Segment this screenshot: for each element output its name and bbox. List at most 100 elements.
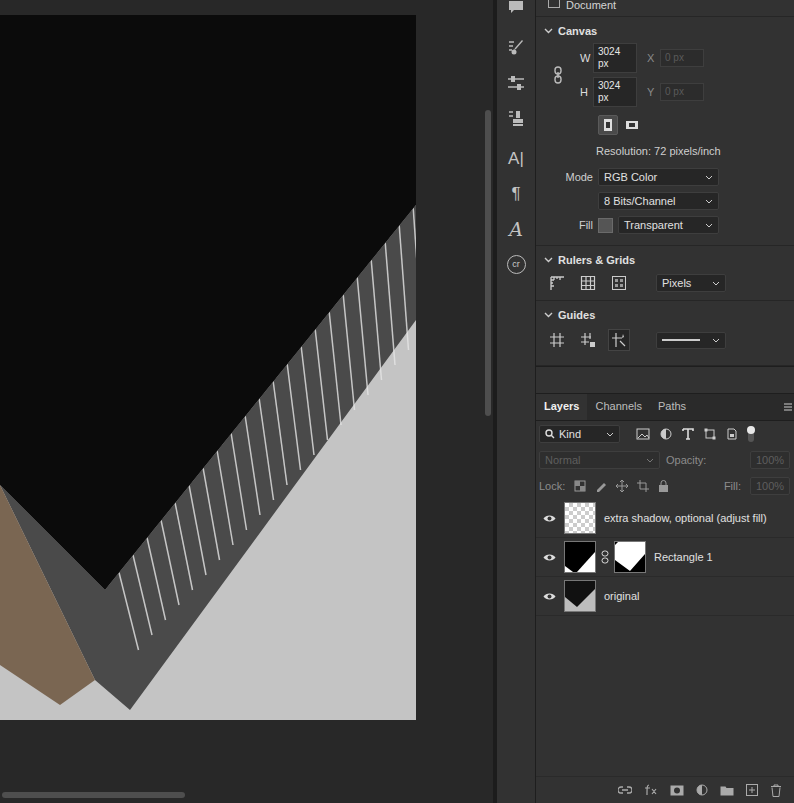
visibility-toggle[interactable]: [542, 592, 556, 601]
pixel-grid-icon[interactable]: [611, 275, 627, 291]
lock-position-icon[interactable]: [616, 480, 628, 492]
panel-tab[interactable]: Layers: [536, 394, 587, 420]
layer-list: extra shadow, optional (adjust fill)Rect…: [536, 499, 794, 776]
scroll-thumb[interactable]: [2, 792, 185, 798]
mask-link-icon[interactable]: [601, 550, 609, 564]
filter-row: Kind: [536, 421, 794, 447]
type-filter-icon[interactable]: [682, 428, 694, 440]
filter-toggle[interactable]: [748, 426, 754, 442]
size-field[interactable]: H3024 px: [580, 77, 637, 107]
visibility-toggle[interactable]: [542, 553, 556, 562]
new-layer-icon[interactable]: [746, 784, 758, 796]
filter-dropdown[interactable]: Kind: [539, 425, 620, 443]
bit-depth-dropdown[interactable]: 8 Bits/Channel: [598, 192, 719, 210]
size-field[interactable]: Y0 px: [647, 77, 704, 107]
badge-icon[interactable]: cr: [502, 251, 530, 277]
landscape-icon: [625, 119, 639, 131]
blend-mode-dropdown[interactable]: Normal: [539, 451, 660, 469]
link-layers-icon[interactable]: [618, 785, 632, 795]
opacity-field[interactable]: 100%: [750, 451, 790, 469]
guide-style-dropdown[interactable]: [656, 332, 726, 349]
fill-dropdown[interactable]: Transparent: [618, 216, 719, 234]
lock-artboard-icon[interactable]: [637, 480, 649, 492]
adjustment-filter-icon[interactable]: [660, 428, 672, 440]
chevron-icon[interactable]: [544, 28, 553, 34]
right-panel: Document CanvasW3024 px X0 px H3024 px Y0 px…: [536, 0, 794, 803]
adjustment-layer-icon[interactable]: [696, 784, 708, 796]
properties-panel: Document CanvasW3024 px X0 px H3024 px Y0 px…: [536, 0, 794, 367]
glyph-icon[interactable]: A|: [502, 146, 530, 172]
eye-icon: [543, 553, 556, 562]
comment-icon[interactable]: [502, 0, 530, 14]
panel-tab[interactable]: Channels: [587, 394, 649, 420]
section-header[interactable]: Canvas: [536, 17, 794, 43]
add-mask-icon[interactable]: [670, 785, 684, 796]
ruler-icon[interactable]: [549, 275, 565, 291]
fill-swatch[interactable]: [598, 218, 613, 233]
shape-filter-icon[interactable]: [704, 428, 716, 440]
dropdown-icon: [712, 281, 720, 286]
brushes-icon[interactable]: [502, 35, 530, 61]
dropdown-icon: [646, 458, 654, 463]
blend-row: NormalOpacity:100%: [536, 447, 794, 473]
lock-transparent-icon[interactable]: [574, 480, 586, 492]
units-dropdown[interactable]: Pixels: [656, 274, 726, 292]
portrait-button[interactable]: [598, 115, 618, 135]
grid-icon[interactable]: [580, 275, 596, 291]
trash-icon[interactable]: [770, 784, 782, 797]
fill-row: FillTransparent: [536, 213, 794, 237]
guides-icon[interactable]: [549, 332, 565, 348]
lock-guides-icon[interactable]: [580, 332, 596, 348]
vertical-scrollbar[interactable]: [483, 0, 493, 803]
dropdown-icon: [705, 175, 713, 180]
document-label: Document: [566, 0, 616, 10]
scroll-thumb[interactable]: [485, 110, 491, 416]
canvas-area: [0, 0, 483, 803]
layers-panel: LayersChannelsPaths Kind NormalOpacity:100…: [536, 393, 794, 803]
new-group-icon[interactable]: [720, 785, 734, 796]
size-field[interactable]: W3024 px: [580, 43, 637, 73]
layer-name: original: [604, 590, 639, 602]
chevron-icon[interactable]: [544, 312, 553, 318]
stamp-icon[interactable]: [502, 105, 530, 131]
smart-object-filter-icon[interactable]: [726, 428, 738, 440]
eye-icon: [543, 514, 556, 523]
mode-row: ModeRGB Color: [536, 165, 794, 189]
dropdown-icon: [712, 338, 720, 343]
panel-tab[interactable]: Paths: [650, 394, 694, 420]
size-field[interactable]: X0 px: [647, 43, 704, 73]
mask-thumbnail[interactable]: [614, 541, 646, 573]
rulers-section: Rulers & Grids Pixels: [536, 246, 794, 301]
visibility-toggle[interactable]: [542, 514, 556, 523]
search-icon: [545, 429, 555, 439]
document-canvas[interactable]: [0, 15, 416, 720]
link-icon[interactable]: [553, 66, 563, 84]
section-header[interactable]: Rulers & Grids: [536, 246, 794, 272]
adjust-icon[interactable]: [502, 70, 530, 96]
landscape-button[interactable]: [622, 115, 642, 135]
mode-dropdown[interactable]: RGB Color: [598, 168, 719, 186]
smart-guides-button[interactable]: [608, 329, 630, 351]
script-icon[interactable]: A: [502, 216, 530, 242]
section-header[interactable]: Guides: [536, 301, 794, 327]
layer-row[interactable]: original: [536, 577, 794, 616]
eye-icon: [543, 592, 556, 601]
panel-menu-icon[interactable]: [784, 403, 792, 411]
lock-all-icon[interactable]: [658, 480, 669, 492]
layer-row[interactable]: extra shadow, optional (adjust fill): [536, 499, 794, 538]
photoshop-window: A| ¶ Acr Document CanvasW3024 px X0 px H3024 p…: [0, 0, 794, 803]
chevron-icon[interactable]: [544, 257, 553, 263]
layer-row[interactable]: Rectangle 1: [536, 538, 794, 577]
guides-section: Guides: [536, 301, 794, 366]
panel-toolbar: A| ¶ Acr: [497, 0, 536, 803]
layer-thumbnail: [564, 502, 596, 534]
lock-pixels-icon[interactable]: [595, 480, 607, 492]
depth-row: 8 Bits/Channel: [536, 189, 794, 213]
fx-icon[interactable]: [644, 784, 658, 796]
glyph-icon[interactable]: ¶: [502, 181, 530, 207]
horizontal-scrollbar[interactable]: [0, 790, 483, 800]
resolution-text: Resolution: 72 pixels/inch: [536, 141, 794, 165]
fill-field[interactable]: 100%: [750, 477, 790, 495]
orientation-buttons: [536, 107, 794, 141]
pixel-filter-icon[interactable]: [636, 428, 650, 440]
